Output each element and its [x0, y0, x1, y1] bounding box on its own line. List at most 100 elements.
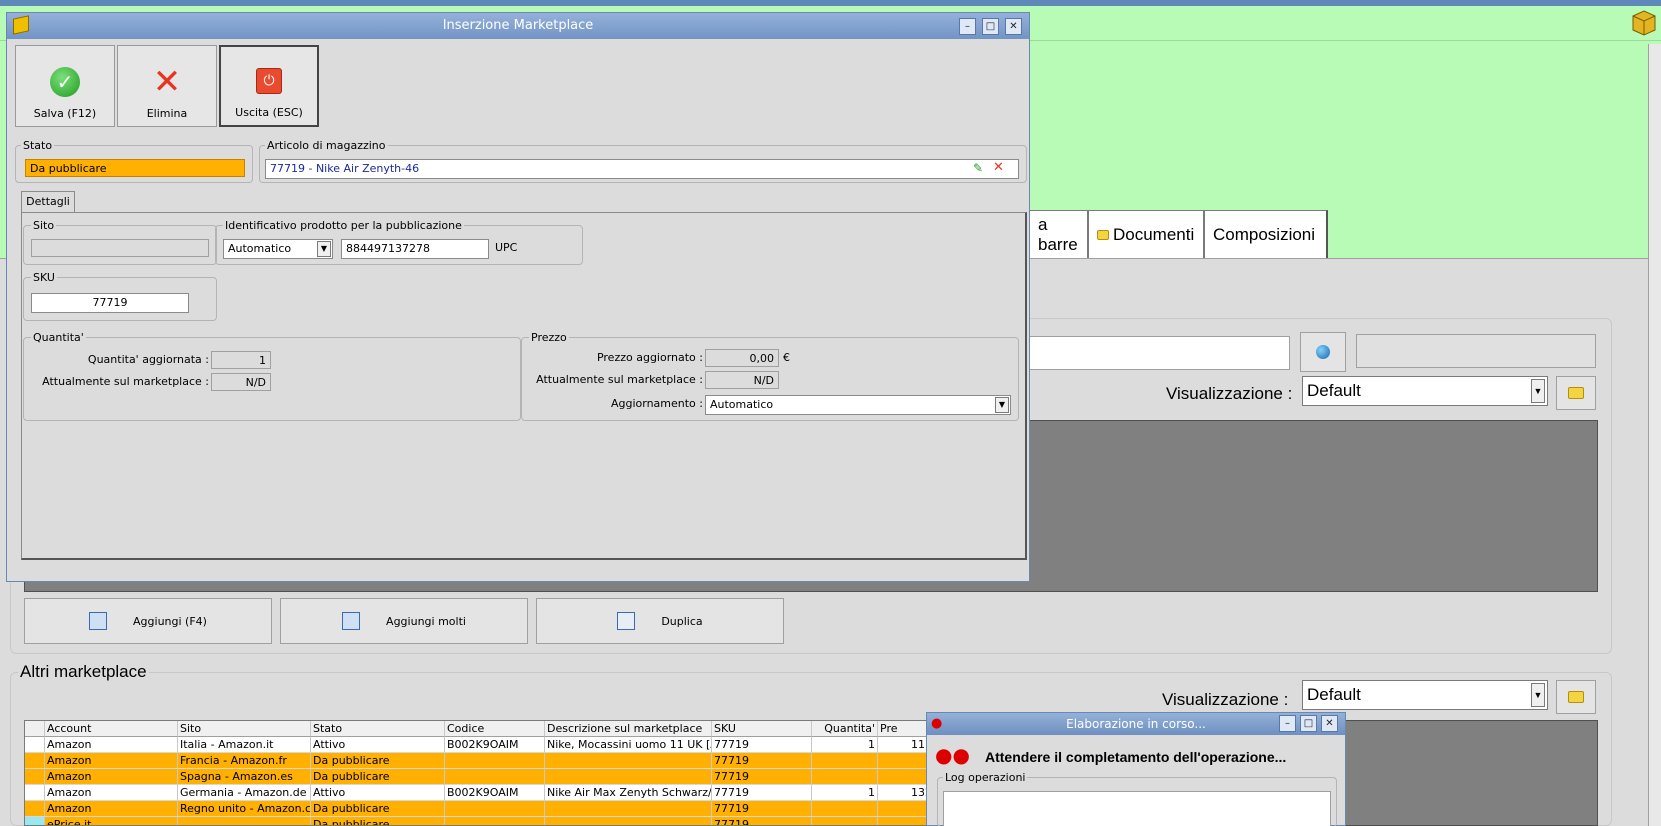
tab-documenti[interactable]: Documenti — [1088, 210, 1204, 258]
exit-button-label: Uscita (ESC) — [235, 106, 303, 119]
table-cell: Amazon — [45, 785, 178, 801]
table-cell: Da pubblicare — [311, 753, 445, 769]
quantita-attuale-field: N/D — [211, 373, 271, 391]
add-icon — [89, 612, 108, 630]
identificativo-type: UPC — [495, 241, 518, 254]
tab-dettagli[interactable]: Dettagli — [21, 191, 75, 213]
power-icon: ⏻ — [256, 68, 282, 94]
row-selector[interactable] — [25, 769, 45, 785]
minimize-icon[interactable]: – — [1279, 715, 1296, 732]
grid-header-cell[interactable]: SKU — [712, 721, 812, 737]
add-many-icon — [342, 612, 361, 630]
table-row[interactable]: Amazon Francia - Amazon.fr Da pubblicare 77… — [25, 753, 933, 769]
minimize-icon[interactable]: – — [959, 18, 976, 35]
table-cell: ePrice.it — [45, 817, 178, 825]
pencil-icon[interactable]: ✎ — [973, 161, 983, 175]
table-cell: 77719 — [712, 737, 812, 753]
table-cell — [545, 817, 712, 825]
progress-dialog: Elaborazione in corso... ● – □ ✕ ●● Atte… — [926, 712, 1346, 826]
globe-button[interactable] — [1300, 332, 1346, 372]
prezzo-aggiornato-label: Prezzo aggiornato : — [596, 351, 703, 364]
table-cell: Italia - Amazon.it — [178, 737, 311, 753]
save-button[interactable]: ✓ Salva (F12) — [15, 45, 115, 127]
duplicate-icon — [617, 612, 636, 630]
table-cell: Francia - Amazon.fr — [178, 753, 311, 769]
identificativo-mode-value: Automatico — [228, 242, 292, 255]
prezzo-attuale-label: Attualmente sul marketplace : — [536, 373, 703, 386]
folder-icon — [1568, 387, 1584, 399]
sito-field[interactable] — [31, 239, 209, 257]
grid-header-corner — [25, 721, 45, 737]
visualizzazione-select-bottom[interactable]: Default ▼ — [1302, 680, 1548, 710]
close-icon[interactable]: ✕ — [1321, 715, 1338, 732]
table-cell — [545, 769, 712, 785]
tab-barcodes[interactable]: a barre — [1030, 210, 1088, 258]
table-cell: Amazon — [45, 737, 178, 753]
identificativo-mode-select[interactable]: Automatico ▼ — [223, 239, 333, 259]
add-many-button-label: Aggiungi molti — [386, 614, 466, 628]
aggiornamento-value: Automatico — [710, 398, 774, 411]
background-readonly-field — [1356, 334, 1596, 368]
add-many-button[interactable]: Aggiungi molti — [280, 598, 528, 644]
chevron-down-icon: ▼ — [1531, 379, 1545, 403]
clear-x-icon[interactable]: ✕ — [993, 160, 1004, 175]
grid-header-cell[interactable]: Codice — [445, 721, 545, 737]
folder-button-bottom[interactable] — [1556, 680, 1596, 714]
table-row[interactable]: Amazon Spagna - Amazon.es Da pubblicare 777… — [25, 769, 933, 785]
sku-input[interactable]: 77719 — [31, 293, 189, 313]
table-cell — [812, 801, 878, 817]
currency-symbol: € — [783, 351, 790, 364]
maximize-icon[interactable]: □ — [982, 18, 999, 35]
background-scrollbar[interactable] — [1648, 44, 1661, 826]
articolo-field[interactable]: 77719 - Nike Air Zenyth-46 — [265, 159, 1019, 179]
table-cell — [545, 753, 712, 769]
table-row[interactable]: Amazon Regno unito - Amazon.c... Da pubbli… — [25, 801, 933, 817]
aggiornamento-select[interactable]: Automatico ▼ — [705, 395, 1011, 415]
exit-button[interactable]: ⏻ Uscita (ESC) — [219, 45, 319, 127]
background-titlebar — [0, 0, 1661, 6]
maximize-icon[interactable]: □ — [1300, 715, 1317, 732]
table-row[interactable]: Amazon Italia - Amazon.it Attivo B002K9OAIM… — [25, 737, 933, 753]
visualizzazione-select-top[interactable]: Default ▼ — [1302, 376, 1548, 406]
delete-button[interactable]: ✕ Elimina — [117, 45, 217, 127]
table-cell: Attivo — [311, 737, 445, 753]
table-cell — [445, 753, 545, 769]
sku-label: SKU — [31, 271, 57, 284]
table-cell: Da pubblicare — [311, 769, 445, 785]
quantita-aggiornata-field[interactable]: 1 — [211, 351, 271, 369]
table-cell: 1 — [812, 737, 878, 753]
row-selector[interactable] — [25, 801, 45, 817]
add-button[interactable]: Aggiungi (F4) — [24, 598, 272, 644]
background-search-input[interactable] — [1020, 336, 1290, 370]
stato-field[interactable]: Da pubblicare — [25, 159, 245, 177]
tab-documenti-label: Documenti — [1113, 224, 1195, 244]
table-row[interactable]: ePrice.it Da pubblicare 77719 — [25, 817, 933, 825]
prezzo-aggiornato-field[interactable]: 0,00 — [705, 349, 779, 367]
grid-header-cell[interactable]: Stato — [311, 721, 445, 737]
log-textarea[interactable] — [943, 791, 1331, 826]
marketplace-grid[interactable]: Account Sito Stato Codice Descrizione su… — [24, 720, 934, 826]
row-selector[interactable] — [25, 737, 45, 753]
table-row[interactable]: Amazon Germania - Amazon.de Attivo B002K9OA… — [25, 785, 933, 801]
folder-button-top[interactable] — [1556, 376, 1596, 410]
row-selector[interactable] — [25, 785, 45, 801]
table-cell: 77719 — [712, 769, 812, 785]
close-icon[interactable]: ✕ — [1005, 18, 1022, 35]
duplicate-button[interactable]: Duplica — [536, 598, 784, 644]
box-icon — [13, 15, 29, 35]
grid-header-cell[interactable]: Sito — [178, 721, 311, 737]
add-button-label: Aggiungi (F4) — [133, 614, 207, 628]
log-group-label: Log operazioni — [943, 771, 1028, 784]
visualizzazione-label-top: Visualizzazione : — [1166, 384, 1293, 403]
articolo-label: Articolo di magazzino — [265, 139, 388, 152]
row-selector[interactable] — [25, 817, 45, 825]
prezzo-label: Prezzo — [529, 331, 569, 344]
grid-header-cell[interactable]: Descrizione sul marketplace — [545, 721, 712, 737]
identificativo-code-input[interactable]: 884497137278 — [341, 239, 489, 259]
grid-header-cell[interactable]: Account — [45, 721, 178, 737]
tab-composizioni[interactable]: Composizioni — [1204, 210, 1328, 258]
grid-header-cell[interactable]: Quantita' — [812, 721, 878, 737]
table-cell: Nike, Mocassini uomo 11 UK [A... — [545, 737, 712, 753]
aggiornamento-label: Aggiornamento : — [610, 397, 703, 410]
row-selector[interactable] — [25, 753, 45, 769]
